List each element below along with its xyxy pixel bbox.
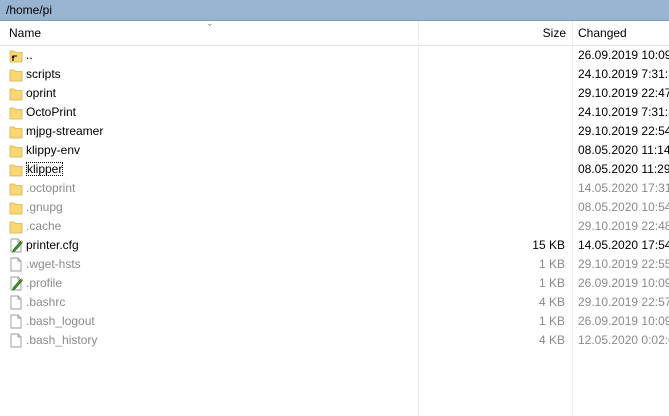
file-name: scripts <box>26 67 61 81</box>
file-size: 1 KB <box>538 257 565 271</box>
file-name: .octoprint <box>26 181 76 195</box>
file-changed: 08.05.2020 10:54:3 <box>578 200 669 214</box>
file-row[interactable]: .octoprint 14.05.2020 17:31:0 <box>0 179 669 198</box>
file-size <box>420 160 565 179</box>
file-size <box>420 141 565 160</box>
file-name: .. <box>26 48 33 62</box>
file-size <box>420 46 565 65</box>
file-changed: 24.10.2019 7:31:38 <box>578 67 669 81</box>
edit-file-icon <box>9 238 24 253</box>
column-header: Name ⌄ Size Changed <box>0 18 669 46</box>
folder-icon <box>9 200 23 215</box>
edit-file-icon <box>9 276 24 291</box>
file-list: .. 26.09.2019 10:09:5 scripts 24.10.2019 7:… <box>0 46 669 350</box>
file-row[interactable]: oprint 29.10.2019 22:47:5 <box>0 84 669 103</box>
file-size: 1 KB <box>538 314 565 328</box>
file-changed: 29.10.2019 22:57:1 <box>578 295 669 309</box>
file-icon <box>9 257 23 272</box>
file-name: .profile <box>26 276 63 290</box>
file-name: .cache <box>26 219 62 233</box>
file-size <box>420 65 565 84</box>
file-row[interactable]: OctoPrint 24.10.2019 7:31:38 <box>0 103 669 122</box>
file-size <box>420 122 565 141</box>
file-name: oprint <box>26 86 57 100</box>
folder-icon <box>9 86 23 101</box>
file-size: 15 KB <box>532 238 565 252</box>
folder-icon <box>9 162 23 177</box>
file-size <box>420 103 565 122</box>
folder-icon <box>9 124 23 139</box>
file-size <box>420 217 565 236</box>
folder-icon <box>9 219 23 234</box>
folder-icon <box>9 143 23 158</box>
file-size <box>420 198 565 217</box>
current-path: /home/pi <box>6 3 53 17</box>
column-header-name[interactable]: Name <box>9 21 41 45</box>
file-row[interactable]: .bashrc 4 KB 29.10.2019 22:57:1 <box>0 293 669 312</box>
file-row[interactable]: mjpg-streamer 29.10.2019 22:54:5 <box>0 122 669 141</box>
file-row[interactable]: .bash_logout 1 KB 26.09.2019 10:09:5 <box>0 312 669 331</box>
file-name: mjpg-streamer <box>26 124 104 138</box>
file-changed: 29.10.2019 22:55:3 <box>578 257 669 271</box>
file-row[interactable]: .gnupg 08.05.2020 10:54:3 <box>0 198 669 217</box>
file-name: .bashrc <box>26 295 66 309</box>
file-icon <box>9 333 23 348</box>
file-size <box>420 84 565 103</box>
sort-indicator-icon: ⌄ <box>206 18 214 28</box>
file-changed: 24.10.2019 7:31:38 <box>578 105 669 119</box>
column-header-changed[interactable]: Changed <box>578 21 627 45</box>
file-row[interactable]: .profile 1 KB 26.09.2019 10:09:5 <box>0 274 669 293</box>
file-changed: 08.05.2020 11:14:2 <box>578 143 669 157</box>
file-name: printer.cfg <box>26 238 79 252</box>
path-bar[interactable]: /home/pi <box>0 0 669 21</box>
file-icon <box>9 295 23 310</box>
folder-icon <box>9 181 23 196</box>
file-changed: 29.10.2019 22:48:0 <box>578 219 669 233</box>
folder-icon <box>9 105 23 120</box>
file-changed: 08.05.2020 11:29:3 <box>578 162 669 176</box>
file-row[interactable]: klippy-env 08.05.2020 11:14:2 <box>0 141 669 160</box>
file-name: klipper <box>26 162 64 176</box>
file-name: klippy-env <box>26 143 81 157</box>
file-name: OctoPrint <box>26 105 77 119</box>
file-row[interactable]: printer.cfg 15 KB 14.05.2020 17:54:5 <box>0 236 669 255</box>
file-changed: 26.09.2019 10:09:5 <box>578 276 669 290</box>
file-changed: 29.10.2019 22:47:5 <box>578 86 669 100</box>
file-size: 4 KB <box>538 333 565 347</box>
file-icon <box>9 314 23 329</box>
file-name: .bash_logout <box>26 314 95 328</box>
file-name: .wget-hsts <box>26 257 81 271</box>
file-size: 4 KB <box>538 295 565 309</box>
file-name: .bash_history <box>26 333 98 347</box>
file-row[interactable]: .wget-hsts 1 KB 29.10.2019 22:55:3 <box>0 255 669 274</box>
file-changed: 12.05.2020 0:02:07 <box>578 333 669 347</box>
file-row[interactable]: klipper 08.05.2020 11:29:3 <box>0 160 669 179</box>
column-header-size[interactable]: Size <box>420 21 566 45</box>
file-row[interactable]: .bash_history 4 KB 12.05.2020 0:02:07 <box>0 331 669 350</box>
file-changed: 26.09.2019 10:09:5 <box>578 314 669 328</box>
file-name: .gnupg <box>26 200 63 214</box>
file-changed: 26.09.2019 10:09:5 <box>578 48 669 62</box>
folder-icon <box>9 67 23 82</box>
file-changed: 29.10.2019 22:54:5 <box>578 124 669 138</box>
parent-folder-icon <box>9 48 23 63</box>
file-changed: 14.05.2020 17:31:0 <box>578 181 669 195</box>
file-changed: 14.05.2020 17:54:5 <box>578 238 669 252</box>
file-row[interactable]: .cache 29.10.2019 22:48:0 <box>0 217 669 236</box>
file-row[interactable]: scripts 24.10.2019 7:31:38 <box>0 65 669 84</box>
file-row[interactable]: .. 26.09.2019 10:09:5 <box>0 46 669 65</box>
file-size: 1 KB <box>538 276 565 290</box>
file-size <box>420 179 565 198</box>
